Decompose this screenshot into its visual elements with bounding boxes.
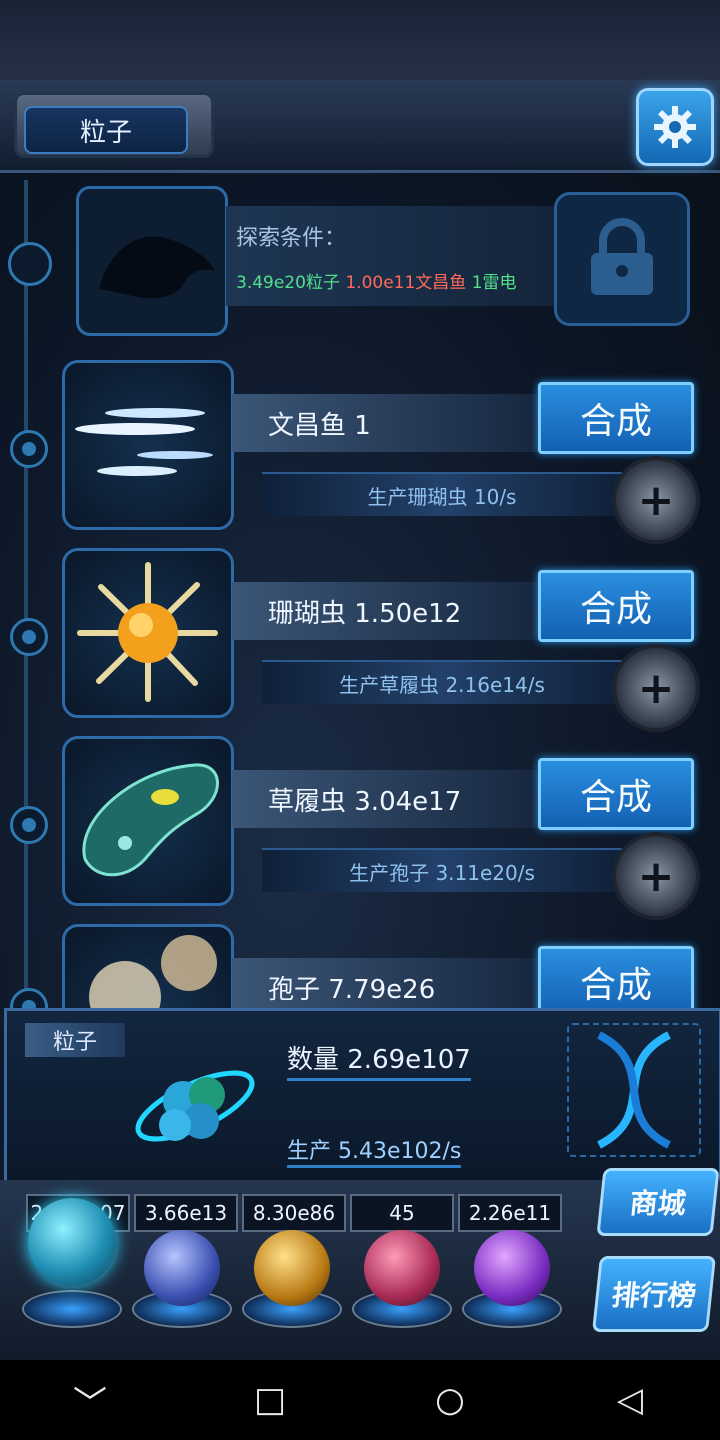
creature-row: 珊瑚虫 1.50e12 生产草履虫 2.16e14/s 合成 + (62, 548, 710, 732)
stat-brain: 45 (350, 1194, 454, 1232)
shop-button[interactable]: 商城 (596, 1168, 720, 1236)
production-bar: 生产孢子 3.11e20/s (262, 848, 622, 892)
progress-rail (24, 180, 28, 1000)
explore-condition-label: 探索条件： (236, 226, 347, 251)
creature-name-bar: 珊瑚虫 1.50e12 (232, 582, 562, 640)
locked-creature-row: 探索条件： 3.49e20粒子 1.00e11文昌鱼 1雷电 (76, 186, 690, 336)
system-nav-bar: ﹀ □ ○ ◁ (0, 1360, 720, 1440)
particle-orb-icon[interactable] (28, 1198, 116, 1286)
coral-polyp-icon (62, 548, 234, 718)
creature-row: 孢子 7.79e26 合成 (62, 924, 710, 1008)
plus-button[interactable]: + (612, 832, 700, 920)
locked-node-icon (8, 242, 52, 286)
rail-node (10, 430, 48, 468)
rail-node (10, 806, 48, 844)
explore-conditions: 3.49e20粒子 1.00e11文昌鱼 1雷电 (236, 268, 517, 293)
creature-name: 文昌鱼 1 (268, 410, 371, 441)
condition-lightning: 1雷电 (471, 273, 517, 293)
production-total: 生产 5.43e102/s (287, 1133, 462, 1168)
page-title: 粒子 (24, 106, 188, 154)
creature-name: 珊瑚虫 1.50e12 (268, 598, 462, 629)
stat-galaxy: 8.30e86 (242, 1194, 346, 1232)
production-rate: 生产草履虫 2.16e14/s (339, 672, 545, 697)
lock-icon (591, 218, 653, 295)
plus-button[interactable]: + (612, 644, 700, 732)
synthesize-button[interactable]: 合成 (538, 570, 694, 642)
back-icon[interactable]: ◁ (590, 1380, 670, 1420)
stat-lightning: 3.66e13 (134, 1194, 238, 1232)
creature-name: 孢子 7.79e26 (268, 974, 436, 1005)
settings-button[interactable] (636, 88, 714, 166)
creature-row: 文昌鱼 1 生产珊瑚虫 10/s 合成 + (62, 360, 710, 544)
paramecium-icon (62, 736, 234, 906)
rail-node (10, 618, 48, 656)
synthesize-button[interactable]: 合成 (538, 758, 694, 830)
status-area (0, 0, 720, 80)
plus-button[interactable]: + (612, 456, 700, 544)
chevron-down-icon[interactable]: ﹀ (50, 1376, 130, 1425)
galaxy-orb-icon[interactable] (254, 1230, 330, 1306)
creature-name-bar: 文昌鱼 1 (232, 394, 562, 452)
production-bar: 生产草履虫 2.16e14/s (262, 660, 622, 704)
recent-apps-icon[interactable]: □ (230, 1380, 310, 1420)
panel-tag: 粒子 (25, 1023, 125, 1057)
gear-icon (654, 106, 696, 148)
synthesize-button[interactable]: 合成 (538, 382, 694, 454)
orb-pedestal (22, 1290, 122, 1328)
quantity-text: 数量 2.69e107 (287, 1039, 471, 1081)
condition-lancelet: 1.00e11文昌鱼 (345, 273, 467, 293)
condition-particle: 3.49e20粒子 (236, 273, 340, 293)
home-icon[interactable]: ○ (410, 1380, 490, 1420)
creature-name-bar: 草履虫 3.04e17 (232, 770, 562, 828)
unlock-button[interactable] (554, 192, 690, 326)
resource-panel: 粒子 数量 2.69e107 生产 5.43e102/s (4, 1008, 720, 1186)
spore-icon (62, 924, 234, 1008)
plus-icon: + (637, 474, 675, 526)
particle-cluster-icon (125, 1051, 265, 1161)
ranking-button[interactable]: 排行榜 (592, 1256, 716, 1332)
brain-orb-icon[interactable] (364, 1230, 440, 1306)
vortex-orb-icon[interactable] (474, 1230, 550, 1306)
lightning-orb-icon[interactable] (144, 1230, 220, 1306)
unknown-creature-silhouette-icon (76, 186, 228, 336)
plus-icon: + (637, 850, 675, 902)
dna-icon (567, 1023, 701, 1157)
creature-name-bar: 孢子 7.79e26 (232, 958, 562, 1008)
lancelet-icon (62, 360, 234, 530)
creature-name: 草履虫 3.04e17 (268, 786, 462, 817)
synthesize-button[interactable]: 合成 (538, 946, 694, 1008)
production-rate: 生产孢子 3.11e20/s (349, 860, 535, 885)
production-bar: 生产珊瑚虫 10/s (262, 472, 622, 516)
creature-row: 草履虫 3.04e17 生产孢子 3.11e20/s 合成 + (62, 736, 710, 920)
plus-icon: + (637, 662, 675, 714)
production-rate: 生产珊瑚虫 10/s (367, 484, 517, 509)
stat-vortex: 2.26e11 (458, 1194, 562, 1232)
